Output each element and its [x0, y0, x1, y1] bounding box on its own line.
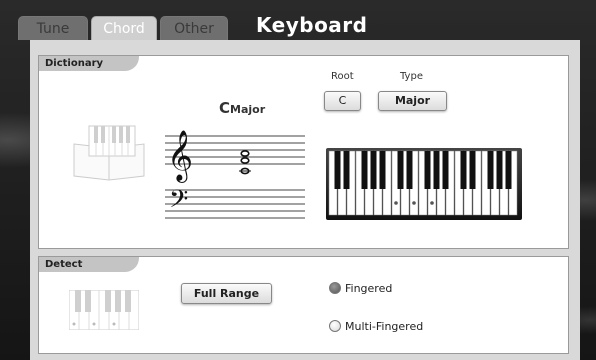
- note-g: [240, 150, 250, 157]
- black-key: [496, 151, 503, 189]
- multi-fingered-radio[interactable]: Multi-Fingered: [329, 320, 423, 333]
- root-label: Root: [331, 71, 354, 82]
- black-key: [406, 151, 413, 189]
- black-key: [361, 151, 368, 189]
- black-key: [370, 151, 377, 189]
- fingered-label: Fingered: [345, 282, 393, 295]
- chord-name: CMajor: [219, 98, 265, 117]
- fingered-radio[interactable]: Fingered: [329, 282, 392, 295]
- root-select-button[interactable]: C: [324, 91, 361, 111]
- chord-keyboard: [326, 148, 522, 220]
- highlight-dot: [394, 201, 398, 205]
- black-key: [505, 151, 512, 189]
- black-key: [343, 151, 350, 189]
- page-title: Keyboard: [256, 13, 368, 37]
- treble-clef-icon: 𝄞: [167, 130, 193, 183]
- grand-staff: 𝄞 𝄢: [165, 130, 305, 220]
- tab-other[interactable]: Other: [160, 16, 228, 40]
- black-key: [397, 151, 404, 189]
- dictionary-panel: Dictionary CMajor 𝄞 𝄢 Root Type C Major: [38, 55, 569, 249]
- black-key: [433, 151, 440, 189]
- highlight-dot: [430, 201, 434, 205]
- black-key: [379, 151, 386, 189]
- detect-label: Detect: [39, 257, 139, 272]
- chord-quality: Major: [230, 103, 266, 116]
- dictionary-label: Dictionary: [39, 56, 139, 71]
- multi-fingered-label: Multi-Fingered: [345, 320, 424, 333]
- tab-bar: Tune Chord Other Keyboard: [0, 0, 596, 40]
- black-key: [424, 151, 431, 189]
- black-key: [469, 151, 476, 189]
- small-keyboard-icon: [69, 290, 139, 330]
- highlight-dot: [412, 201, 416, 205]
- tab-chord[interactable]: Chord: [91, 16, 157, 40]
- black-key: [460, 151, 467, 189]
- radio-unselected-icon: [329, 320, 341, 332]
- chord-root: C: [219, 99, 231, 117]
- black-key: [487, 151, 494, 189]
- tab-tune[interactable]: Tune: [18, 16, 88, 40]
- detect-panel: Detect Full Range Fingered Multi-Fingere…: [38, 256, 569, 354]
- radio-selected-icon: [329, 282, 341, 294]
- chord-page: Dictionary CMajor 𝄞 𝄢 Root Type C Major …: [30, 40, 580, 360]
- black-key: [442, 151, 449, 189]
- bass-clef-icon: 𝄢: [169, 185, 188, 220]
- black-key: [334, 151, 341, 189]
- full-range-button[interactable]: Full Range: [181, 283, 272, 304]
- note-e: [240, 157, 250, 164]
- keyboard-book-icon: [73, 125, 145, 181]
- type-label: Type: [400, 71, 423, 82]
- type-select-button[interactable]: Major: [378, 91, 447, 111]
